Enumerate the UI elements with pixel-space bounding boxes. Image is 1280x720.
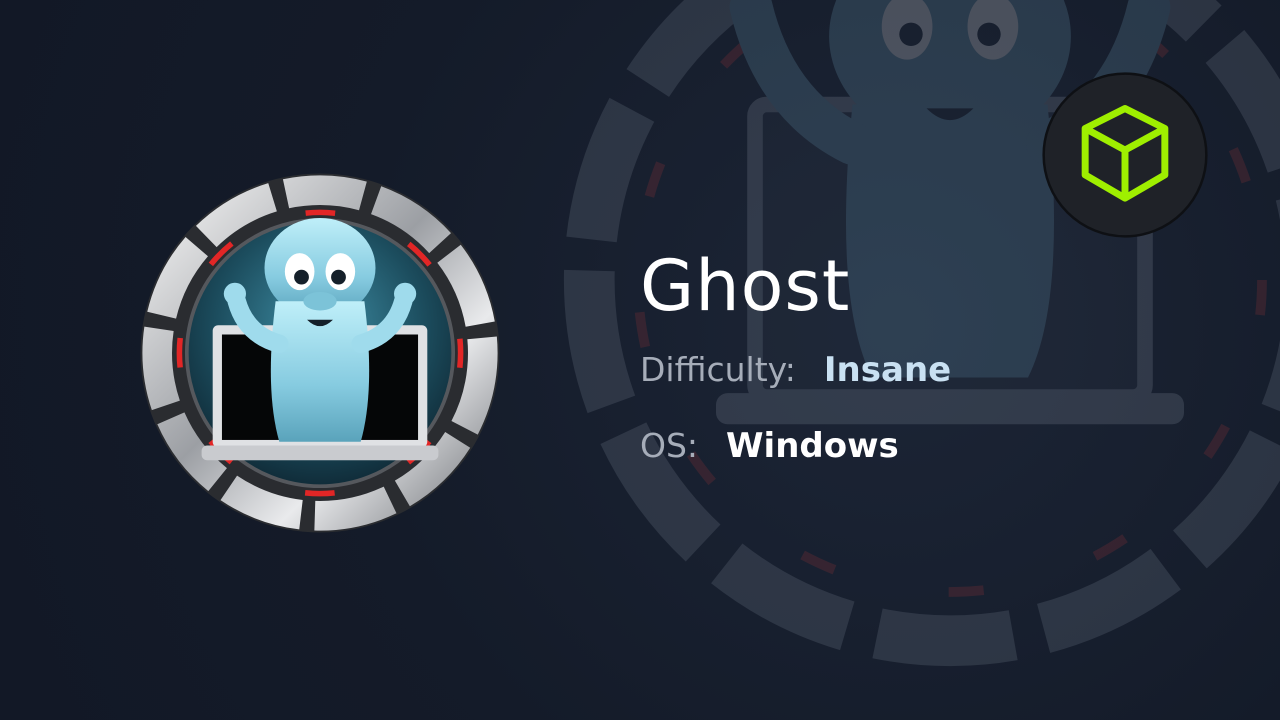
difficulty-row: Difficulty: Insane bbox=[640, 350, 1200, 400]
difficulty-label: Difficulty: bbox=[640, 350, 796, 389]
ghost-laptop-badge-icon bbox=[140, 173, 500, 533]
os-label: OS: bbox=[640, 426, 699, 465]
machine-name: Ghost bbox=[640, 245, 851, 327]
os-value: Windows bbox=[726, 426, 899, 466]
machine-info: Ghost Difficulty: Insane OS: Windows bbox=[640, 244, 1200, 476]
difficulty-value: Insane bbox=[823, 350, 952, 390]
os-row: OS: Windows bbox=[640, 426, 1200, 476]
machine-card: Ghost Difficulty: Insane OS: Windows bbox=[0, 0, 1280, 720]
hack-the-box-cube-icon bbox=[1042, 72, 1208, 238]
